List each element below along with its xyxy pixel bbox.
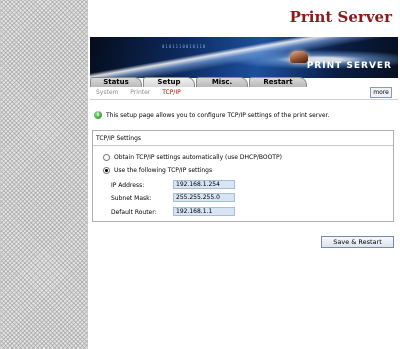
divider <box>90 99 398 100</box>
info-text: This setup page allows you to configure … <box>106 111 330 119</box>
tab-setup[interactable]: Setup <box>143 77 195 87</box>
main-content: Print Server 0101110010110 PRINT SERVER … <box>88 0 400 349</box>
banner-binary-text: 0101110010110 <box>162 44 207 49</box>
ip-address-label: IP Address: <box>111 182 145 189</box>
static-option[interactable]: Use the following TCP/IP settings <box>103 167 212 174</box>
subnav-printer[interactable]: Printer <box>130 89 150 96</box>
header-banner: 0101110010110 PRINT SERVER <box>90 37 398 78</box>
default-router-label: Default Router: <box>111 209 157 216</box>
subnav-tcpip[interactable]: TCP/IP <box>162 89 181 96</box>
brand-title: Print Server <box>289 8 392 26</box>
tab-misc[interactable]: Misc. <box>196 77 248 87</box>
info-icon: i <box>94 111 102 119</box>
save-restart-button[interactable]: Save & Restart <box>321 236 394 248</box>
setup-subnav: System Printer TCP/IP <box>96 89 191 96</box>
info-message: i This setup page allows you to configur… <box>94 111 394 119</box>
panel-divider <box>93 145 393 146</box>
dhcp-option[interactable]: Obtain TCP/IP settings automatically (us… <box>103 154 282 161</box>
left-decorative-pattern <box>0 0 88 349</box>
dhcp-radio[interactable] <box>103 154 110 161</box>
tcpip-settings-header: TCP/IP Settings <box>96 135 142 142</box>
tab-status[interactable]: Status <box>90 77 142 87</box>
print-server-device-icon <box>290 51 308 63</box>
ip-address-field[interactable]: 192.168.1.254 <box>173 180 235 189</box>
dhcp-option-label: Obtain TCP/IP settings automatically (us… <box>114 154 282 161</box>
static-option-label: Use the following TCP/IP settings <box>114 167 213 174</box>
subnav-system[interactable]: System <box>96 89 118 96</box>
static-radio[interactable] <box>103 167 110 174</box>
subnet-mask-label: Subnet Mask: <box>111 195 152 202</box>
tab-restart[interactable]: Restart <box>249 77 307 87</box>
more-button[interactable]: more <box>370 87 392 98</box>
default-router-field[interactable]: 192.168.1.1 <box>173 207 235 216</box>
subnet-mask-field[interactable]: 255.255.255.0 <box>173 193 235 202</box>
main-tabs: Status Setup Misc. Restart <box>90 77 398 87</box>
banner-title: PRINT SERVER <box>306 61 392 71</box>
tcpip-settings-panel: TCP/IP Settings Obtain TCP/IP settings a… <box>92 130 394 222</box>
